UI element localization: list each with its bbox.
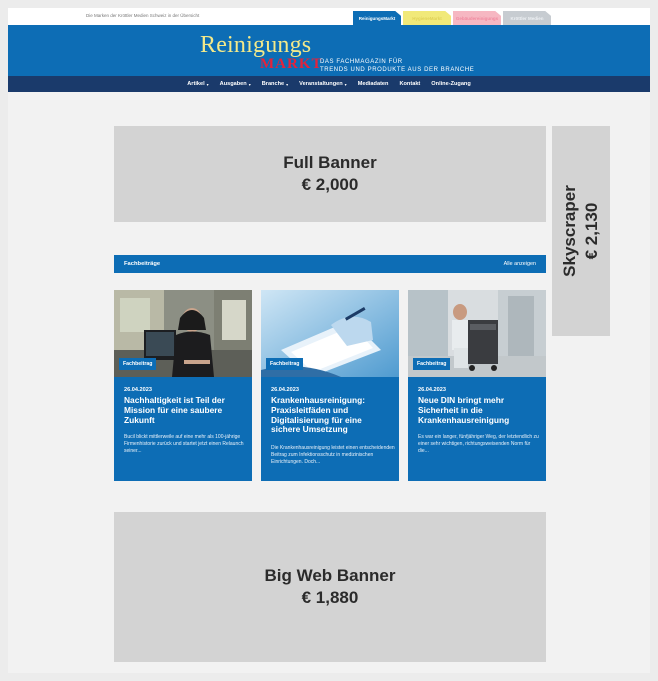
chevron-down-icon: ▾ — [344, 81, 347, 87]
chevron-down-icon: ▾ — [206, 81, 209, 87]
chevron-down-icon: ▾ — [286, 81, 289, 87]
nav-item-veranstaltungen[interactable]: Veranstaltungen ▾ — [299, 81, 347, 87]
article-title: Krankenhausreinigung: Praxisleitfäden un… — [271, 395, 365, 435]
ad-name: Full Banner — [283, 153, 377, 172]
ad-name: Big Web Banner — [264, 566, 396, 585]
skyscraper-ad[interactable]: Skyscraper € 2,130 — [552, 126, 610, 336]
page: Die Marken der Kröttler Medien Schweiz i… — [8, 8, 650, 673]
site-tagline: DAS FACHMAGAZIN FÜR TRENDS UND PRODUKTE … — [320, 59, 474, 74]
nav-item-online-zugang[interactable]: Online-Zugang — [431, 81, 470, 87]
brand-tab-hygienemarkt[interactable]: HygieneMarkt — [403, 11, 451, 25]
brand-tab-gebaeudereinigung[interactable]: Gebäudereinigungs — [453, 11, 501, 25]
nav-label: Online-Zugang — [431, 81, 471, 87]
nav-item-ausgaben[interactable]: Ausgaben ▾ — [220, 81, 251, 87]
ad-price: € 2,130 — [582, 202, 601, 260]
category-badge: Fachbeitrag — [266, 358, 304, 370]
nav-label: Branche — [261, 81, 285, 87]
nav-label: Mediadaten — [357, 81, 389, 87]
article-title: Nachhaltigkeit ist Teil der Mission für … — [124, 395, 225, 425]
nav-label: Kontakt — [399, 81, 421, 87]
section-title: Fachbeiträge — [124, 261, 161, 267]
article-date: 26.04.2023 — [418, 387, 446, 393]
article-date: 26.04.2023 — [124, 387, 152, 393]
nav-label: Ausgaben — [219, 81, 247, 87]
logo-word-bottom: MARKT — [260, 56, 323, 72]
main-nav: Artikel ▾ Ausgaben ▾ Branche ▾ Veranstal… — [8, 76, 650, 92]
article-excerpt: Die Krankenhausreinigung leistet einen e… — [271, 445, 395, 465]
full-banner-ad[interactable]: Full Banner € 2,000 — [114, 126, 546, 222]
category-badge: Fachbeitrag — [119, 358, 157, 370]
nav-label: Veranstaltungen — [299, 81, 343, 87]
site-header: Reinigungs MARKT DAS FACHMAGAZIN FÜR TRE… — [8, 25, 650, 76]
big-web-banner-ad[interactable]: Big Web Banner € 1,880 — [114, 512, 546, 662]
nav-item-kontakt[interactable]: Kontakt — [399, 81, 420, 87]
brand-tab-kroettler-medien[interactable]: Kröttler Medien — [503, 11, 551, 25]
nav-item-artikel[interactable]: Artikel ▾ — [187, 81, 208, 87]
show-all-link[interactable]: Alle anzeigen — [504, 261, 536, 267]
article-card[interactable]: Fachbeitrag 26.04.2023 Nachhaltigkeit is… — [114, 290, 252, 481]
category-badge: Fachbeitrag — [413, 358, 451, 370]
article-excerpt: Es war ein langer, fünfjähriger Weg, der… — [418, 434, 539, 454]
article-excerpt: Bucil blickt mittlerweile auf eine mehr … — [124, 434, 244, 454]
nav-label: Artikel — [187, 81, 205, 87]
section-header: Fachbeiträge Alle anzeigen — [114, 255, 546, 273]
tagline-line-1: DAS FACHMAGAZIN FÜR — [320, 59, 403, 65]
ad-price: € 1,880 — [301, 588, 359, 607]
brand-strip-text: Die Marken der Kröttler Medien Schweiz i… — [86, 13, 200, 18]
ad-name: Skyscraper — [560, 185, 579, 277]
ad-price: € 2,000 — [301, 175, 359, 194]
article-card[interactable]: Fachbeitrag 26.04.2023 Krankenhausreinig… — [261, 290, 399, 481]
logo-word-top: Reinigungs — [200, 32, 312, 58]
article-title: Neue DIN bringt mehr Sicherheit in die K… — [418, 395, 510, 425]
article-date: 26.04.2023 — [271, 387, 299, 393]
brand-strip: Die Marken der Kröttler Medien Schweiz i… — [8, 8, 650, 25]
nav-item-mediadaten[interactable]: Mediadaten — [358, 81, 389, 87]
chevron-down-icon: ▾ — [248, 81, 251, 87]
nav-item-branche[interactable]: Branche ▾ — [262, 81, 288, 87]
article-card[interactable]: Fachbeitrag 26.04.2023 Neue DIN bringt m… — [408, 290, 546, 481]
brand-tab-reinigungsmarkt[interactable]: ReinigungsMarkt — [353, 11, 401, 25]
skyscraper-label: Skyscraper € 2,130 — [559, 185, 603, 277]
tagline-line-2: TRENDS UND PRODUKTE AUS DER BRANCHE — [320, 66, 475, 73]
